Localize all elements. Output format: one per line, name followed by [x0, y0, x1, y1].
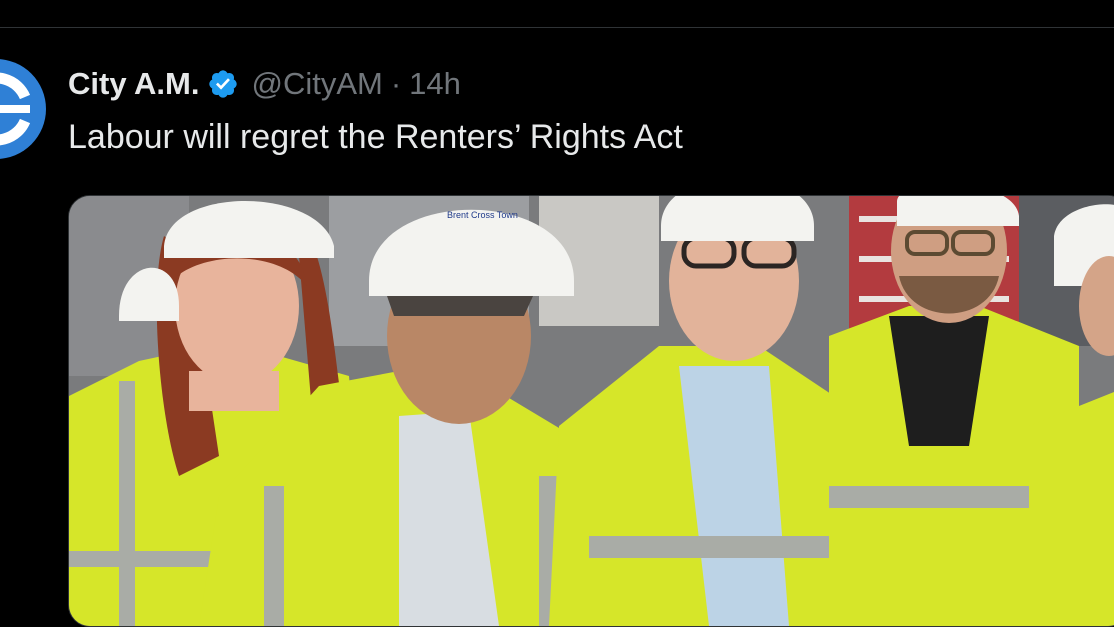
verified-badge-icon[interactable] — [207, 68, 239, 100]
avatar[interactable] — [0, 59, 46, 159]
photo-construction-site: Brent Cross Town — [69, 196, 1114, 626]
user-handle[interactable]: @CityAM — [251, 66, 382, 102]
tweet-header: City A.M. @CityAM · 14h — [68, 64, 461, 104]
top-divider — [0, 27, 1114, 28]
tweet-media-image[interactable]: Brent Cross Town — [68, 195, 1114, 627]
tweet-text: Labour will regret the Renters’ Rights A… — [68, 118, 683, 156]
display-name[interactable]: City A.M. — [68, 66, 199, 102]
city-am-logo-icon — [0, 59, 46, 159]
helmet-logo-text: Brent Cross Town — [447, 210, 518, 220]
timestamp[interactable]: 14h — [409, 66, 461, 102]
separator-dot: · — [390, 66, 402, 101]
